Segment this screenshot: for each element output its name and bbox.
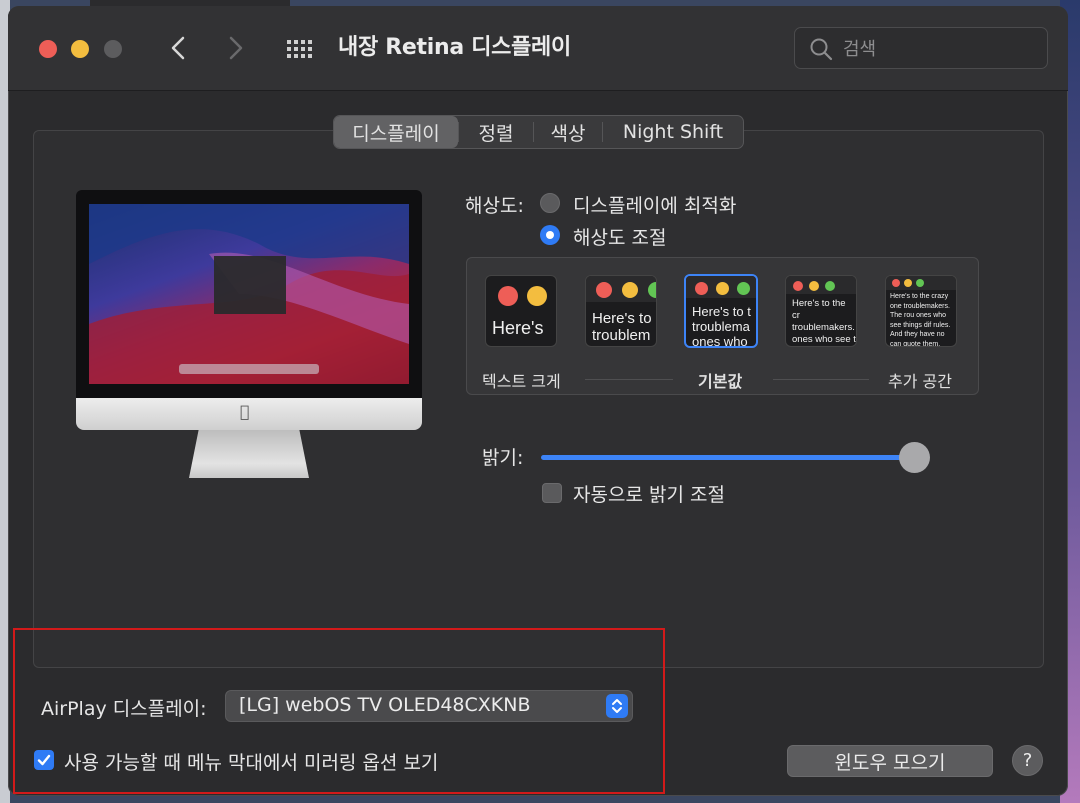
radio-scaled-label[interactable]: 해상도 조절 (573, 223, 666, 250)
radio-optimized-label[interactable]: 디스플레이에 최적화 (573, 191, 736, 218)
thumb-green-dot (825, 281, 835, 291)
thumb-green-dot (737, 282, 750, 295)
airplay-display-popup[interactable]: [LG] webOS TV OLED48CXKNB (225, 690, 633, 722)
grid-icon (287, 40, 312, 58)
scale-label-more-space: 추가 공간 (888, 372, 952, 391)
scale-divider (773, 379, 869, 380)
thumb-green-dot (916, 279, 924, 287)
imac-screen (89, 204, 409, 384)
display-preferences-window: 내장 Retina 디스플레이 디스플레이 정렬 색상 Night Shift (8, 6, 1068, 796)
scale-option-larger-text[interactable]: Here's (485, 275, 557, 347)
brightness-label: 밝기: (482, 447, 524, 469)
show-all-button[interactable] (283, 35, 317, 63)
thumb-yellow-dot (809, 281, 819, 291)
scale-divider (585, 379, 673, 380)
airplay-label: AirPlay 디스플레이: (41, 698, 207, 720)
scale-option-4[interactable]: Here's to the cr troublemakers. ones who… (785, 275, 857, 347)
scale-option-sample: Here's to the cr troublemakers. ones who… (792, 298, 856, 345)
thumb-yellow-dot (527, 286, 547, 306)
window-title: 내장 Retina 디스플레이 (338, 35, 571, 60)
zoom-window-button[interactable] (104, 40, 122, 58)
scale-label-larger-text: 텍스트 크게 (482, 372, 561, 391)
imac-bezel (76, 190, 422, 398)
imac-illustration:  (76, 190, 422, 490)
thumb-yellow-dot (622, 282, 638, 298)
mirroring-options-checkbox[interactable] (34, 750, 54, 770)
airplay-selected-value: [LG] webOS TV OLED48CXKNB (239, 694, 531, 716)
scale-option-sample: Here's to the crazy one troublemakers. T… (890, 293, 951, 347)
titlebar: 내장 Retina 디스플레이 (8, 6, 1068, 91)
tab-arrangement[interactable]: 정렬 (459, 116, 533, 148)
scaling-options: Here's Here's to troublem Here's to t tr… (466, 257, 979, 395)
scale-option-sample: Here's to t troublema ones who (692, 304, 751, 348)
scale-label-default: 기본값 (698, 372, 743, 391)
chevron-right-icon (229, 36, 243, 60)
search-input[interactable] (841, 34, 1035, 64)
thumb-red-dot (596, 282, 612, 298)
thumb-yellow-dot (904, 279, 912, 287)
brightness-slider-knob[interactable] (899, 442, 930, 473)
popup-arrows-icon (606, 694, 628, 718)
scale-option-2[interactable]: Here's to troublem (585, 275, 657, 347)
apple-logo-icon:  (240, 402, 250, 421)
scale-option-sample: Here's (492, 318, 544, 338)
search-field[interactable] (794, 27, 1048, 69)
search-icon (810, 38, 833, 61)
thumb-red-dot (793, 281, 803, 291)
help-button[interactable]: ? (1012, 745, 1043, 776)
gather-windows-button[interactable]: 윈도우 모으기 (787, 745, 993, 777)
thumb-red-dot (892, 279, 900, 287)
radio-optimized[interactable] (540, 193, 560, 213)
radio-scaled[interactable] (540, 225, 560, 245)
thumb-red-dot (498, 286, 518, 306)
close-window-button[interactable] (39, 40, 57, 58)
imac-stand (189, 430, 309, 478)
thumb-red-dot (695, 282, 708, 295)
tab-color[interactable]: 색상 (534, 116, 602, 148)
scale-option-more-space[interactable]: Here's to the crazy one troublemakers. T… (885, 275, 957, 347)
scale-option-sample: Here's to troublem (592, 310, 652, 344)
tab-display[interactable]: 디스플레이 (334, 116, 458, 148)
tab-bar: 디스플레이 정렬 색상 Night Shift (333, 115, 744, 149)
chevron-left-icon (171, 36, 185, 60)
auto-brightness-label[interactable]: 자동으로 밝기 조절 (573, 480, 725, 507)
mirroring-options-label[interactable]: 사용 가능할 때 메뉴 막대에서 미러링 옵션 보기 (64, 748, 438, 775)
scale-option-default[interactable]: Here's to t troublema ones who (684, 274, 758, 348)
thumb-yellow-dot (716, 282, 729, 295)
minimize-window-button[interactable] (71, 40, 89, 58)
back-button[interactable] (163, 32, 193, 64)
brightness-slider-track[interactable] (541, 455, 916, 460)
thumb-green-dot (648, 282, 656, 298)
wallpaper-waves (89, 204, 409, 384)
auto-brightness-checkbox[interactable] (542, 483, 562, 503)
tab-night-shift[interactable]: Night Shift (603, 116, 743, 148)
resolution-label: 해상도: (465, 195, 524, 217)
checkmark-icon (37, 754, 51, 766)
forward-button[interactable] (221, 32, 251, 64)
